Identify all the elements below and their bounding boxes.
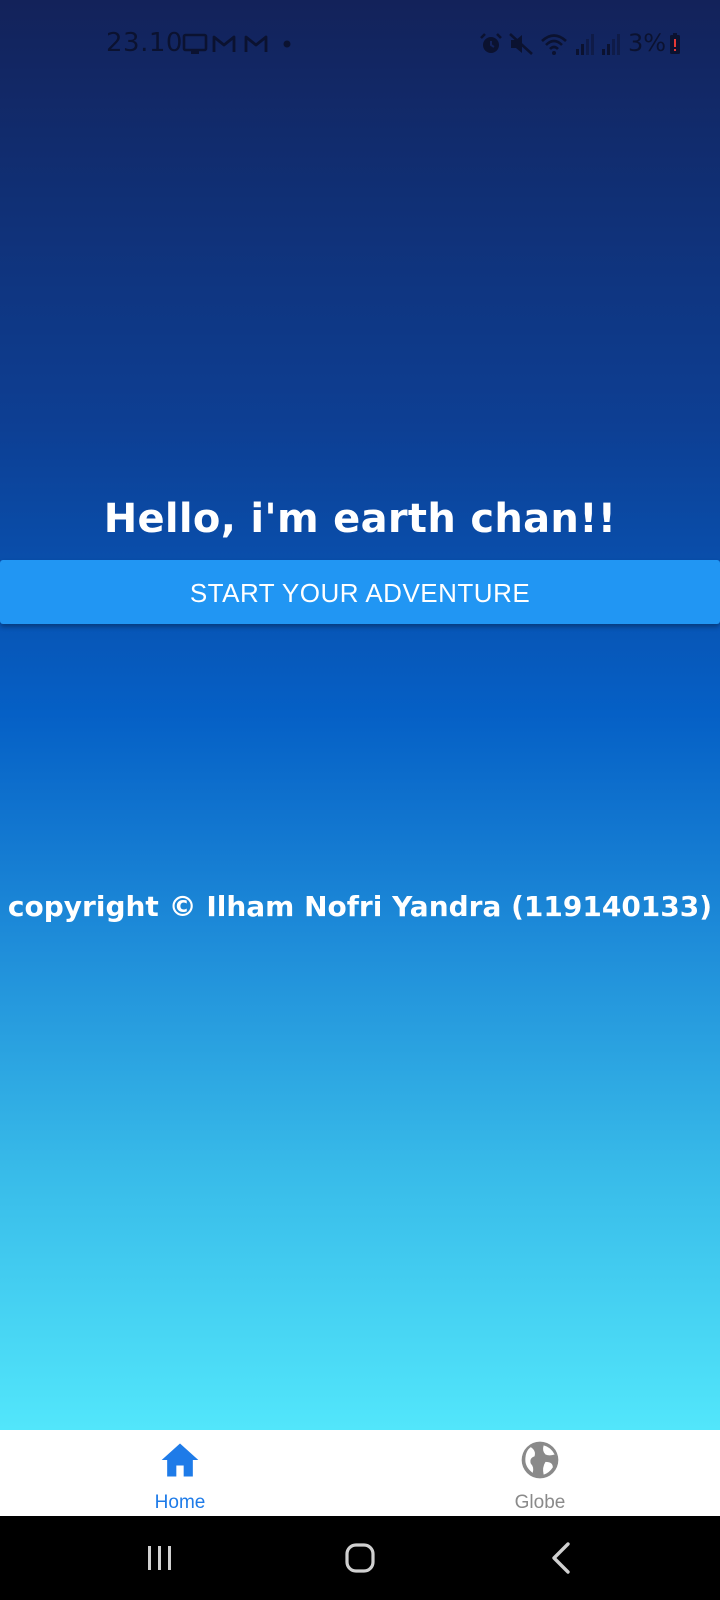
status-bar: 23.10 3% (0, 0, 720, 88)
notification-dot-icon (283, 40, 291, 48)
bottom-navigation: Home Globe (0, 1430, 720, 1516)
signal-icon (576, 34, 594, 55)
nav-label-globe: Globe (514, 1492, 566, 1513)
battery-low-icon (670, 33, 680, 54)
screen: 23.10 3% Hello, i'm earth chan!! START Y… (0, 0, 720, 1600)
gmail-icon (212, 35, 236, 52)
nav-item-home[interactable]: Home (90, 1430, 270, 1516)
back-icon[interactable] (532, 1532, 592, 1584)
battery-percent: 3% (628, 29, 667, 57)
wifi-icon (541, 34, 567, 55)
page-title: Hello, i'm earth chan!! (103, 496, 617, 542)
home-icon (161, 1443, 199, 1477)
app-background (0, 0, 720, 1430)
system-navigation-bar (0, 1516, 720, 1600)
alarm-icon (480, 33, 502, 53)
status-time: 23.10 (106, 28, 183, 58)
nav-label-home: Home (154, 1492, 206, 1513)
gmail-icon (244, 35, 268, 52)
signal-icon (602, 34, 620, 55)
home-circle-icon[interactable] (330, 1532, 390, 1584)
recent-apps-icon[interactable] (130, 1532, 190, 1584)
mute-icon (509, 33, 533, 55)
globe-icon (521, 1441, 559, 1479)
start-adventure-button[interactable]: START YOUR ADVENTURE (0, 560, 720, 624)
screen-mirror-icon (182, 33, 208, 54)
copyright-text: copyright © Ilham Nofri Yandra (11914013… (7, 890, 713, 923)
nav-item-globe[interactable]: Globe (450, 1430, 630, 1516)
